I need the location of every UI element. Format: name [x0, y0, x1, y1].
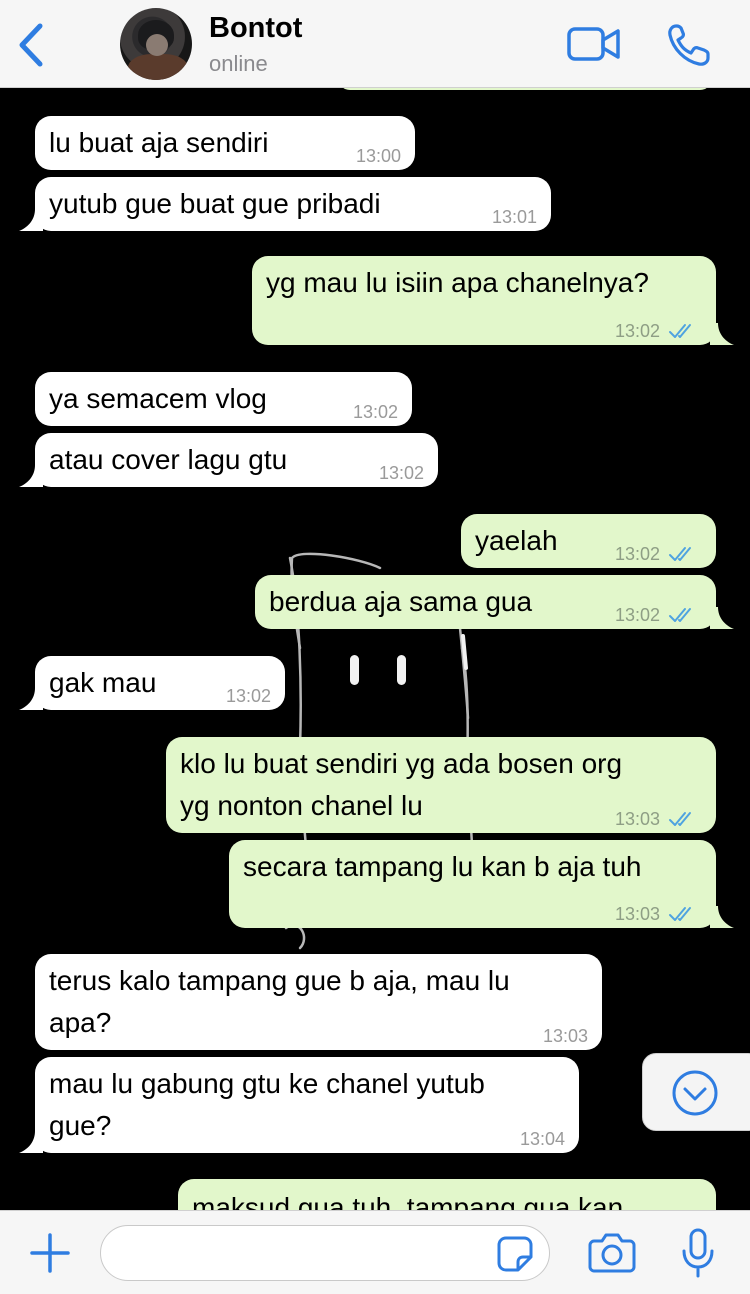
read-ticks-icon	[669, 812, 691, 826]
message-text-line: klo lu buat sendiri yg ada bosen org	[180, 748, 623, 779]
bubble-tail	[710, 607, 734, 629]
message-text: berdua aja sama gua	[269, 586, 533, 617]
message-text: yutub gue buat gue pribadi	[49, 188, 381, 219]
message-text: gak mau	[49, 667, 157, 698]
message-input[interactable]	[100, 1225, 550, 1281]
contact-name[interactable]: Bontot	[209, 12, 302, 45]
message-time: 13:01	[491, 207, 537, 227]
message-time: 13:02	[352, 402, 398, 422]
read-ticks-icon	[669, 907, 691, 921]
message-text: yaelah	[475, 525, 558, 556]
read-ticks-icon	[669, 324, 691, 338]
message-incoming[interactable]: mau lu gabung gtu ke chanel yutub gue? 1…	[19, 1057, 579, 1153]
message-time: 13:03	[614, 809, 660, 829]
message-outgoing[interactable]: yg mau lu isiin apa chanelnya? 13:02	[252, 256, 734, 345]
bubble-tail	[19, 688, 43, 710]
message-text-line: gue?	[49, 1110, 112, 1141]
message-time: 13:02	[225, 686, 271, 706]
bubble-tail	[19, 209, 43, 231]
phone-icon[interactable]	[666, 22, 712, 68]
message-text-line: mau lu gabung gtu ke chanel yutub	[49, 1068, 485, 1099]
message-outgoing[interactable]: yaelah 13:02	[461, 514, 716, 568]
message-text: atau cover lagu gtu	[49, 444, 288, 475]
message-outgoing[interactable]: maksud gua tuh, tampang gua kan	[178, 1179, 716, 1210]
message-time: 13:03	[542, 1026, 588, 1046]
bubble-tail	[19, 465, 43, 487]
sticker-icon[interactable]	[496, 1235, 534, 1273]
message-incoming[interactable]: lu buat aja sendiri 13:00	[35, 116, 415, 170]
message-outgoing[interactable]: berdua aja sama gua 13:02	[255, 575, 734, 629]
message-incoming[interactable]: yutub gue buat gue pribadi 13:01	[19, 177, 551, 231]
message-outgoing[interactable]: klo lu buat sendiri yg ada bosen org yg …	[166, 737, 716, 833]
chevron-left-icon[interactable]	[14, 22, 50, 68]
contact-status: online	[209, 51, 268, 76]
composer-bar	[0, 1210, 750, 1294]
message-time: 13:02	[614, 544, 660, 564]
message-text-line: apa?	[49, 1007, 112, 1038]
message-time: 13:02	[614, 605, 660, 625]
bubble-tail	[710, 323, 734, 345]
read-ticks-icon	[669, 608, 691, 622]
message-text-line: terus kalo tampang gue b aja, mau lu	[49, 965, 510, 996]
message-time: 13:04	[519, 1129, 565, 1149]
plus-icon[interactable]	[28, 1231, 72, 1275]
read-ticks-icon	[669, 547, 691, 561]
scroll-to-bottom-button[interactable]	[642, 1053, 750, 1131]
microphone-icon[interactable]	[680, 1227, 716, 1279]
message-time: 13:02	[378, 463, 424, 483]
message-time: 13:02	[614, 321, 660, 341]
message-incoming[interactable]: gak mau 13:02	[19, 656, 285, 710]
previous-message-edge	[338, 88, 712, 90]
message-text: ya semacem vlog	[49, 383, 267, 414]
message-time: 13:03	[614, 904, 660, 924]
message-text: secara tampang lu kan b aja tuh	[243, 851, 642, 882]
message-time: 13:00	[355, 146, 401, 166]
message-outgoing[interactable]: secara tampang lu kan b aja tuh 13:03	[229, 840, 734, 928]
avatar[interactable]	[120, 8, 192, 80]
message-list[interactable]: lu buat aja sendiri 13:00 yutub gue buat…	[0, 88, 750, 1210]
video-camera-icon[interactable]	[566, 24, 622, 64]
chat-header: Bontot online	[0, 0, 750, 88]
message-text: yg mau lu isiin apa chanelnya?	[266, 267, 649, 298]
message-incoming[interactable]: ya semacem vlog 13:02	[35, 372, 412, 426]
message-text: lu buat aja sendiri	[49, 127, 269, 158]
message-incoming[interactable]: terus kalo tampang gue b aja, mau lu apa…	[35, 954, 602, 1050]
camera-icon[interactable]	[588, 1231, 636, 1273]
bubble-tail	[19, 1131, 43, 1153]
message-text: maksud gua tuh, tampang gua kan	[192, 1192, 624, 1210]
bubble-tail	[710, 906, 734, 928]
message-incoming[interactable]: atau cover lagu gtu 13:02	[19, 433, 438, 487]
chevron-down-circle-icon	[672, 1070, 718, 1116]
